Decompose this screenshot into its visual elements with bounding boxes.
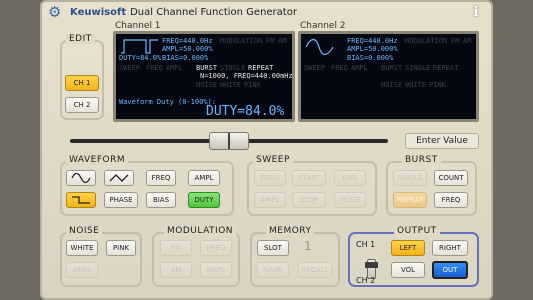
value-slider-thumb[interactable] bbox=[209, 132, 249, 150]
output-out-button[interactable]: OUT bbox=[432, 261, 468, 279]
app-window: ⚙ Keuwisoft Dual Channel Function Genera… bbox=[40, 0, 493, 300]
memory-slot-value: 1 bbox=[304, 239, 312, 253]
noise-ampl-button[interactable]: AMPL bbox=[66, 262, 98, 278]
ch2-modulation-label: MODULATION bbox=[405, 37, 448, 45]
ch2-sweep-label: SWEEP bbox=[304, 64, 326, 72]
sweep-freq-button[interactable]: FREQ bbox=[254, 170, 286, 186]
app-brand: Keuwisoft bbox=[70, 6, 127, 18]
ch1-sweep-ampl-label: AMPL bbox=[166, 64, 183, 72]
ch2-freq-readout: FREQ=440.0Hz bbox=[347, 37, 398, 45]
ch1-white-label: WHITE bbox=[220, 81, 242, 89]
duty-prompt: Waveform Duty (0-100%): bbox=[119, 98, 216, 106]
output-vol-button[interactable]: VOL bbox=[391, 262, 425, 278]
square-wave-button[interactable] bbox=[66, 192, 96, 208]
sweep-mode-button[interactable]: MODE bbox=[334, 192, 366, 208]
modulation-fm-button[interactable]: FM bbox=[160, 240, 192, 256]
duty-big-readout: DUTY=84.0% bbox=[206, 104, 285, 119]
ch1-modulation-label: MODULATION bbox=[220, 37, 263, 45]
ch1-duty-readout: DUTY=84.0% bbox=[119, 54, 162, 62]
edit-ch2-button[interactable]: CH 2 bbox=[65, 97, 99, 113]
channel-2-label: Channel 2 bbox=[300, 21, 346, 31]
ch2-single-label: SINGLE bbox=[405, 64, 431, 72]
channel-1-label: Channel 1 bbox=[115, 21, 161, 31]
ch1-sweep-freq-label: FREQ bbox=[146, 64, 163, 72]
ch1-am-label: AM bbox=[278, 37, 287, 45]
app-title: Dual Channel Function Generator bbox=[130, 6, 297, 18]
ch2-repeat-label: REPEAT bbox=[433, 64, 459, 72]
ch2-sweep-freq-label: FREQ bbox=[331, 64, 348, 72]
ch2-pink-label: PINK bbox=[429, 81, 446, 89]
output-title: OUTPUT bbox=[394, 226, 440, 236]
ch2-noise-label: NOISE bbox=[381, 81, 403, 89]
modulation-am-button[interactable]: AM bbox=[160, 262, 192, 278]
noise-pink-button[interactable]: PINK bbox=[106, 240, 136, 256]
waveform-bias-button[interactable]: BIAS bbox=[146, 192, 176, 208]
modulation-ampl-button[interactable]: AMPL bbox=[200, 262, 232, 278]
channel-2-display: FREQ=440.0Hz AMPL=50.000% BIAS=0.000% MO… bbox=[298, 31, 479, 122]
ch2-fm-label: FM bbox=[451, 37, 460, 45]
burst-repeat-button[interactable]: REPEAT bbox=[393, 192, 427, 208]
triangle-wave-icon bbox=[109, 174, 129, 182]
ch2-bias-readout: BIAS=0.000% bbox=[347, 54, 394, 62]
output-ch1-label: CH 1 bbox=[356, 240, 376, 249]
channel-1-display: FREQ=440.0Hz AMPL=50.000% DUTY=84.0% BIA… bbox=[113, 31, 295, 122]
ch1-burst-label: BURST bbox=[196, 64, 218, 72]
ch1-fm-label: FM bbox=[266, 37, 275, 45]
memory-recall-button[interactable]: RECALL bbox=[298, 262, 332, 278]
edit-title: EDIT bbox=[66, 34, 95, 44]
ch2-am-label: AM bbox=[463, 37, 472, 45]
triangle-wave-button[interactable] bbox=[104, 170, 134, 186]
waveform-freq-button[interactable]: FREQ bbox=[146, 170, 176, 186]
enter-value-button[interactable]: Enter Value bbox=[405, 133, 479, 149]
sweep-stop-button[interactable]: STOP bbox=[292, 192, 326, 208]
ch1-bias-readout: BIAS=0.000% bbox=[162, 54, 209, 62]
memory-slot-button[interactable]: SLOT bbox=[257, 240, 289, 256]
memory-title: MEMORY bbox=[266, 226, 315, 236]
sweep-end-button[interactable]: END bbox=[334, 170, 366, 186]
modulation-fm-freq-button[interactable]: FREQ bbox=[200, 240, 232, 256]
burst-single-button[interactable]: SINGLE bbox=[393, 170, 427, 186]
ch1-ampl-readout: AMPL=50.000% bbox=[162, 45, 213, 53]
ch1-freq-readout: FREQ=440.0Hz bbox=[162, 37, 213, 45]
sine-wave-button[interactable] bbox=[66, 170, 96, 186]
output-left-button[interactable]: LEFT bbox=[391, 240, 425, 256]
output-ch2-label: CH 2 bbox=[356, 276, 376, 285]
gear-icon[interactable]: ⚙ bbox=[48, 3, 68, 21]
noise-title: NOISE bbox=[66, 226, 103, 236]
burst-count-button[interactable]: COUNT bbox=[434, 170, 468, 186]
sweep-ampl-button[interactable]: AMPL bbox=[254, 192, 286, 208]
waveform-duty-button[interactable]: DUTY bbox=[188, 192, 220, 208]
sine-wave-preview-icon bbox=[305, 38, 334, 56]
square-wave-icon bbox=[72, 196, 90, 204]
burst-freq-button[interactable]: FREQ bbox=[434, 192, 468, 208]
ch2-sweep-ampl-label: AMPL bbox=[351, 64, 368, 72]
noise-white-button[interactable]: WHITE bbox=[66, 240, 98, 256]
memory-save-button[interactable]: SAVE bbox=[257, 262, 289, 278]
title-bar: ⚙ Keuwisoft Dual Channel Function Genera… bbox=[42, 2, 491, 22]
ch1-single-label: SINGLE bbox=[220, 64, 246, 72]
ch1-pink-label: PINK bbox=[244, 81, 261, 89]
output-right-button[interactable]: RIGHT bbox=[432, 240, 468, 256]
ch1-sweep-label: SWEEP bbox=[119, 64, 141, 72]
burst-title: BURST bbox=[402, 155, 441, 165]
ch1-burst-info: N=1000, FREQ=440.00mHz bbox=[200, 72, 293, 80]
ch2-ampl-readout: AMPL=50.000% bbox=[347, 45, 398, 53]
waveform-title: WAVEFORM bbox=[66, 155, 129, 165]
waveform-ampl-button[interactable]: AMPL bbox=[188, 170, 220, 186]
sweep-start-button[interactable]: START bbox=[292, 170, 326, 186]
edit-ch1-button[interactable]: CH 1 bbox=[65, 75, 99, 91]
ch2-white-label: WHITE bbox=[405, 81, 427, 89]
modulation-title: MODULATION bbox=[164, 226, 237, 236]
info-icon[interactable]: i bbox=[469, 4, 483, 20]
ch1-noise-label: NOISE bbox=[196, 81, 218, 89]
sweep-title: SWEEP bbox=[253, 155, 293, 165]
ch1-repeat-label: REPEAT bbox=[248, 64, 274, 72]
ch2-burst-label: BURST bbox=[381, 64, 403, 72]
waveform-phase-button[interactable]: PHASE bbox=[104, 192, 138, 208]
sine-wave-icon bbox=[71, 173, 91, 183]
